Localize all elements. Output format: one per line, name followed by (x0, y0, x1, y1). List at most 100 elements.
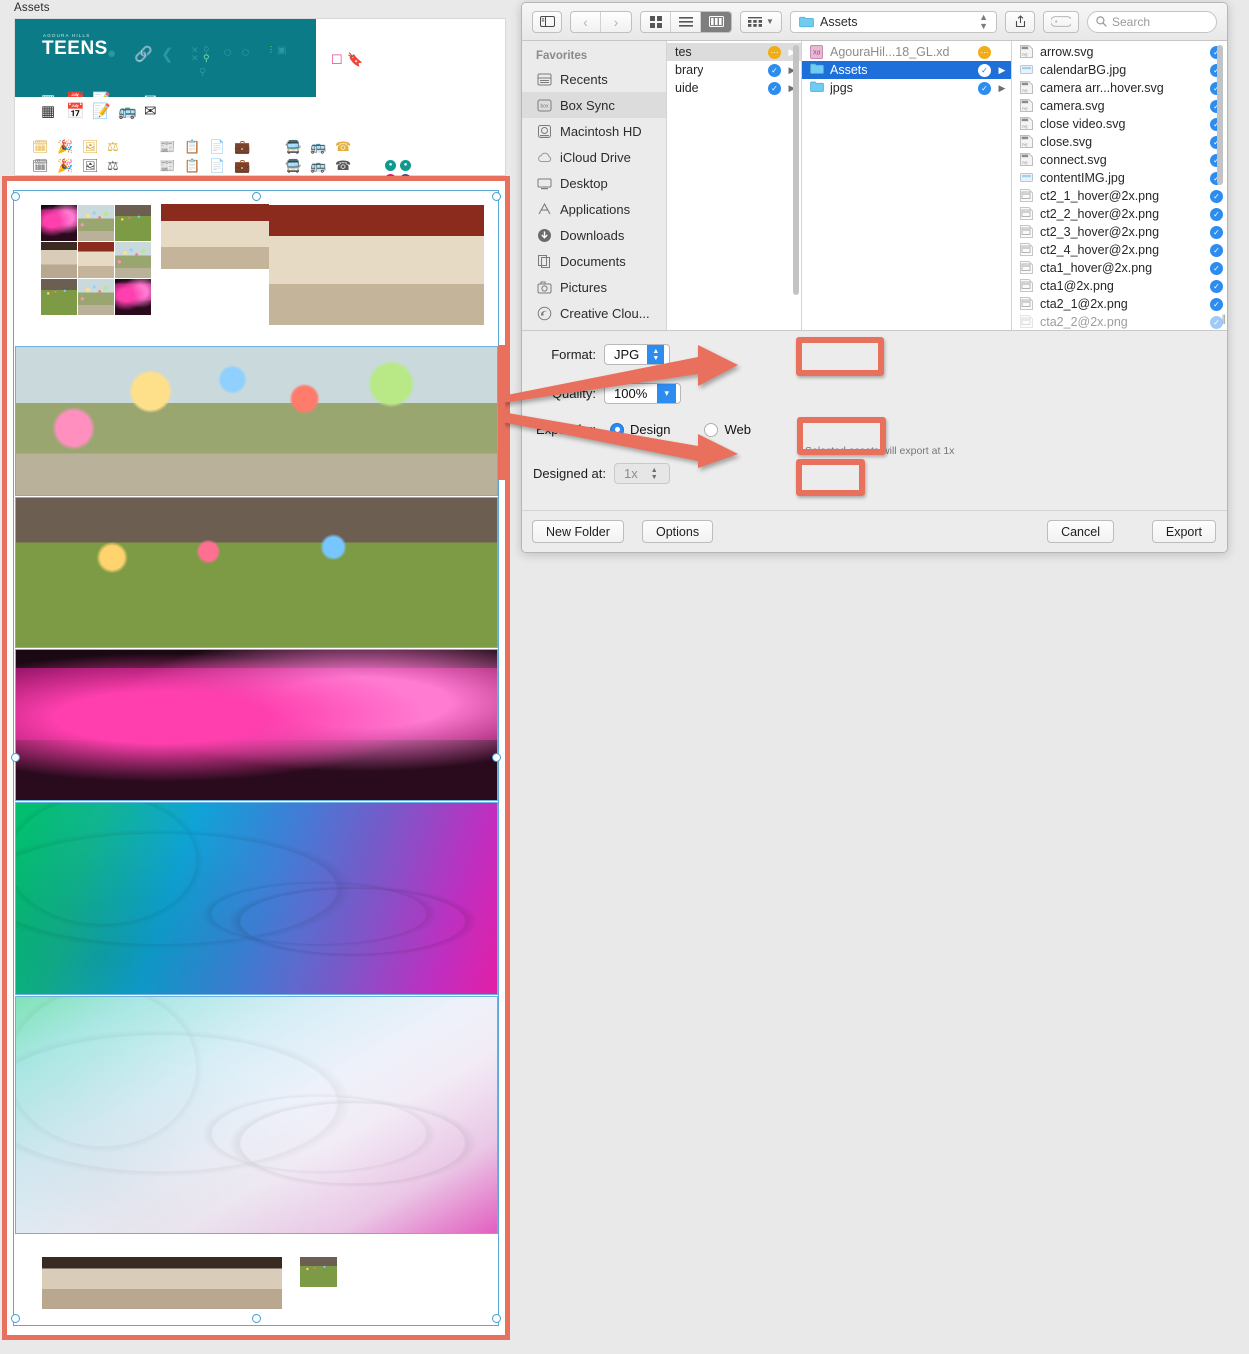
finder-column-3[interactable]: svgarrow.svg✓calendarBG.jpg✓svgcamera ar… (1012, 41, 1227, 330)
list-item[interactable]: svgarrow.svg✓ (1012, 43, 1227, 61)
list-item[interactable]: uide ✓ ▶ (667, 79, 801, 97)
sidebar-toggle-button[interactable] (532, 10, 562, 33)
sidebar-item-desktop[interactable]: Desktop (522, 170, 666, 196)
photo-pingpong[interactable] (42, 1257, 282, 1309)
list-item[interactable]: ct2_2_hover@2x.png ✓ (1012, 205, 1227, 223)
resize-handle-br[interactable] (492, 1314, 501, 1323)
list-item[interactable]: svgconnect.svg✓ (1012, 151, 1227, 169)
list-item[interactable]: cta1_hover@2x.png ✓ (1012, 259, 1227, 277)
view-mode-buttons[interactable] (640, 10, 732, 33)
group-by-button[interactable]: ▼ (740, 10, 782, 33)
vertical-scrollbar[interactable] (793, 45, 799, 295)
list-item[interactable]: brary ✓ ▶ (667, 61, 801, 79)
radio-design[interactable]: Design (610, 422, 670, 437)
gradient-vivid-swirl[interactable] (15, 802, 498, 995)
sidebar-item-label: Box Sync (560, 97, 615, 113)
image-file-icon (1020, 171, 1034, 185)
chevron-down-icon[interactable]: ▾ (657, 384, 677, 403)
file-browser[interactable]: Favorites Recents box Box Sync Macintosh… (522, 41, 1227, 331)
stepper-icon[interactable]: ▲ ▼ (646, 464, 663, 483)
photo-teens-lawn[interactable] (15, 497, 498, 648)
sidebar-item-macintosh-hd[interactable]: Macintosh HD (522, 118, 666, 144)
artboard-row-1[interactable] (14, 191, 498, 346)
new-folder-button[interactable]: New Folder (532, 520, 624, 543)
list-item[interactable]: tes ⋯ ▶ (667, 43, 801, 61)
format-select[interactable]: JPG ▲ ▼ (604, 344, 670, 365)
path-selector[interactable]: Assets ▲ ▼ (790, 10, 997, 33)
resize-handle-tr[interactable] (492, 192, 501, 201)
finder-column-1[interactable]: tes ⋯ ▶ brary ✓ ▶ uide ✓ ▶ || (667, 41, 802, 330)
list-item[interactable]: Xd AgouraHil...18_GL.xd ⋯ (802, 43, 1011, 61)
export-button[interactable]: Export (1151, 520, 1216, 543)
photo-lounge-small[interactable] (161, 204, 269, 269)
resize-handle-tm[interactable] (252, 192, 261, 201)
list-item[interactable]: svgclose video.svg✓ (1012, 115, 1227, 133)
back-button[interactable]: ‹ (571, 11, 601, 32)
radio-web[interactable]: Web (704, 422, 751, 437)
sync-badge: ✓ (1210, 189, 1223, 203)
list-item[interactable]: svgclose.svg✓ (1012, 133, 1227, 151)
options-button[interactable]: Options (642, 520, 714, 543)
column-resize-grip[interactable]: || (1222, 314, 1226, 325)
list-item[interactable]: Assets ✓ ▶ (802, 61, 1011, 79)
list-item[interactable]: svgcamera.svg✓ (1012, 97, 1227, 115)
finder-column-2[interactable]: Xd AgouraHil...18_GL.xd ⋯ Assets ✓ ▶ jpg… (802, 41, 1012, 330)
photo-teens-balloons[interactable] (15, 346, 498, 496)
list-item[interactable]: calendarBG.jpg✓ (1012, 61, 1227, 79)
list-item[interactable]: cta2_1@2x.png ✓ (1012, 295, 1227, 313)
list-item[interactable]: ct2_1_hover@2x.png ✓ (1012, 187, 1227, 205)
file-list[interactable]: svgarrow.svg✓calendarBG.jpg✓svgcamera ar… (1012, 41, 1227, 330)
sidebar-item-box-sync[interactable]: box Box Sync (522, 92, 666, 118)
tag-button[interactable] (1043, 10, 1079, 33)
gradient-soft-swirl[interactable] (15, 996, 498, 1234)
list-item[interactable]: cta2_2@2x.png ✓ (1012, 313, 1227, 330)
list-item[interactable]: jpgs ✓ ▶ (802, 79, 1011, 97)
nav-buttons[interactable]: ‹ › (570, 10, 632, 33)
vertical-scrollbar[interactable] (1217, 45, 1223, 185)
svg-file-icon: svg (1020, 81, 1034, 95)
file-name: close.svg (1040, 135, 1093, 149)
sidebar-item-documents[interactable]: Documents (522, 248, 666, 274)
photo-mosaic-thumbnails[interactable] (41, 205, 151, 315)
sidebar-item-pictures[interactable]: Pictures (522, 274, 666, 300)
photo-lounge-large[interactable] (269, 205, 484, 325)
quality-select[interactable]: 100% ▾ (604, 383, 681, 404)
confetti-icon-gray: 🎉 (57, 158, 74, 173)
artboard-row-7[interactable] (15, 1235, 498, 1325)
search-input[interactable]: Search (1087, 10, 1217, 33)
list-item[interactable]: cta1@2x.png ✓ (1012, 277, 1227, 295)
bookmark-icon: 🔖 (347, 52, 364, 67)
forward-button[interactable]: › (601, 12, 631, 32)
list-item[interactable]: ct2_4_hover@2x.png ✓ (1012, 241, 1227, 259)
chevron-right-icon[interactable]: ▶ (997, 65, 1007, 76)
export-options[interactable]: Format: JPG ▲ ▼ Quality: 100% ▾ Export fo… (522, 331, 1227, 511)
artboard[interactable] (13, 190, 499, 1326)
icon-view-button[interactable] (641, 11, 671, 32)
finder-sidebar[interactable]: Favorites Recents box Box Sync Macintosh… (522, 41, 667, 330)
stepper-icon[interactable]: ▲ ▼ (647, 345, 665, 364)
resize-handle-bm[interactable] (252, 1314, 261, 1323)
share-button[interactable] (1005, 10, 1035, 33)
list-item[interactable]: svgcamera arr...hover.svg✓ (1012, 79, 1227, 97)
resize-handle-ml[interactable] (11, 753, 20, 762)
recents-icon (536, 71, 553, 88)
chevron-right-icon[interactable]: ▶ (997, 83, 1007, 94)
sidebar-item-downloads[interactable]: Downloads (522, 222, 666, 248)
resize-handle-bl[interactable] (11, 1314, 20, 1323)
png-file-icon (1020, 297, 1034, 311)
column-view-button[interactable] (701, 11, 731, 32)
sidebar-item-icloud-drive[interactable]: iCloud Drive (522, 144, 666, 170)
sidebar-item-applications[interactable]: Applications (522, 196, 666, 222)
list-item[interactable]: contentIMG.jpg✓ (1012, 169, 1227, 187)
export-assets-dialog[interactable]: ‹ › ▼ Assets ▲ ▼ Search Favorites Recent… (521, 2, 1228, 553)
cancel-button[interactable]: Cancel (1047, 520, 1114, 543)
sidebar-item-recents[interactable]: Recents (522, 66, 666, 92)
designed-at-select[interactable]: 1x ▲ ▼ (614, 463, 670, 484)
resize-handle-tl[interactable] (11, 192, 20, 201)
photo-group-small[interactable] (300, 1257, 337, 1287)
photo-dance-party[interactable] (15, 649, 498, 801)
sidebar-item-creative-cloud[interactable]: Creative Clou... (522, 300, 666, 326)
list-item[interactable]: ct2_3_hover@2x.png ✓ (1012, 223, 1227, 241)
list-view-button[interactable] (671, 11, 701, 32)
resize-handle-mr[interactable] (492, 753, 501, 762)
